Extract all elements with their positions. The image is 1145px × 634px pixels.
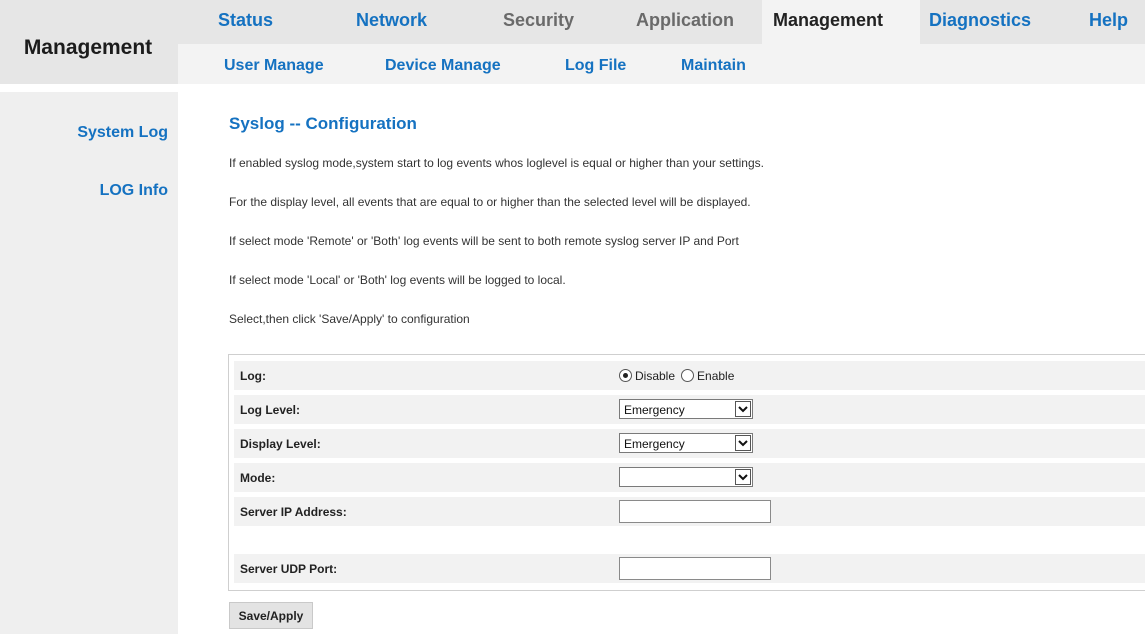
server-port-input[interactable] [619,557,771,580]
mode-select[interactable] [619,467,753,487]
form-row-server-port: Server UDP Port: [234,554,1145,583]
log-level-label: Log Level: [240,403,301,417]
log-label: Log: [240,369,266,383]
server-port-label: Server UDP Port: [240,562,338,576]
form-row-display-level: Display Level: Emergency [234,429,1145,458]
log-disable-label[interactable]: Disable [635,369,675,383]
display-level-label: Display Level: [240,437,321,451]
chevron-down-icon[interactable] [735,435,751,451]
subtab-maintain[interactable]: Maintain [681,57,746,75]
tab-application[interactable]: Application [636,10,734,31]
display-level-value: Emergency [624,437,685,451]
description-line: For the display level, all events that a… [229,195,751,209]
sidebar-item-system-log[interactable]: System Log [77,124,168,142]
chevron-down-icon[interactable] [735,469,751,485]
chevron-down-icon[interactable] [735,401,751,417]
section-header: Management [0,0,178,84]
description-line: If select mode 'Remote' or 'Both' log ev… [229,234,739,248]
tab-management[interactable]: Management [773,10,883,31]
subtab-user-manage[interactable]: User Manage [224,57,324,75]
form-row-mode: Mode: [234,463,1145,492]
subtab-log-file[interactable]: Log File [565,57,626,75]
syslog-config-form: Log: Disable Enable Log Level: Emergency… [228,354,1145,591]
tab-help[interactable]: Help [1089,10,1128,31]
tab-security[interactable]: Security [503,10,574,31]
tab-network[interactable]: Network [356,10,427,31]
log-enable-label[interactable]: Enable [697,369,734,383]
form-row-log-level: Log Level: Emergency [234,395,1145,424]
save-apply-button[interactable]: Save/Apply [229,602,313,629]
log-level-value: Emergency [624,403,685,417]
description-line: If enabled syslog mode,system start to l… [229,156,764,170]
form-row-log: Log: Disable Enable [234,361,1145,390]
log-disable-radio[interactable] [619,369,632,382]
log-radio-group: Disable Enable [619,367,740,384]
sidebar: System Log LOG Info [0,92,178,634]
subtab-device-manage[interactable]: Device Manage [385,57,501,75]
description-line: Select,then click 'Save/Apply' to config… [229,312,470,326]
page-title: Syslog -- Configuration [229,114,417,133]
section-title: Management [23,36,153,59]
log-level-select[interactable]: Emergency [619,399,753,419]
tab-diagnostics[interactable]: Diagnostics [929,10,1031,31]
form-row-server-ip: Server IP Address: [234,497,1145,526]
log-enable-radio[interactable] [681,369,695,382]
description-line: If select mode 'Local' or 'Both' log eve… [229,273,566,287]
router-admin-page: Management Status Network Security Appli… [0,0,1145,634]
display-level-select[interactable]: Emergency [619,433,753,453]
mode-label: Mode: [240,471,276,485]
sidebar-item-log-info[interactable]: LOG Info [100,182,168,200]
tab-status[interactable]: Status [218,10,273,31]
server-ip-input[interactable] [619,500,771,523]
server-ip-label: Server IP Address: [240,505,347,519]
